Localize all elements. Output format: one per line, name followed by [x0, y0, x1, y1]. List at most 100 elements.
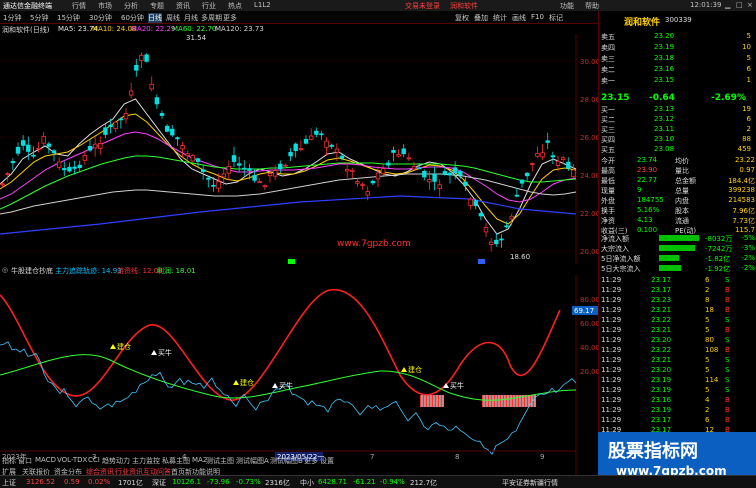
indicator-tab[interactable]: 趋势动力 [102, 456, 130, 466]
tick-side: S [725, 376, 730, 384]
tick-trade-row[interactable]: 11:29 23.17 2 B [599, 285, 756, 295]
candle-body [247, 168, 252, 171]
index-change: -61.21 [353, 478, 376, 486]
tick-trade-row[interactable]: 11:29 23.16 4 B [599, 395, 756, 405]
indicator-chart[interactable]: 建仓买牛建仓 买牛建仓买牛 80.0060.0040.0020.00 69.17 … [0, 275, 598, 475]
candle-body [499, 238, 504, 241]
menu-item[interactable]: 帮助 [585, 1, 599, 11]
quote-stat-row[interactable]: 净资 4.13 流通 7.73亿 [599, 215, 756, 225]
app-title: 通达信金融终端 [3, 2, 52, 10]
menu-item[interactable]: 行情 [72, 1, 86, 11]
period-daily[interactable]: 日线 [148, 13, 162, 23]
menu-item[interactable]: 市场 [98, 1, 112, 11]
period-5min[interactable]: 5分钟 [30, 13, 48, 23]
menu-item[interactable]: 热点 [228, 1, 242, 11]
bid-level-row[interactable]: 买二 23.12 6 [599, 114, 756, 124]
indicator-tab[interactable]: 测试幅图B [270, 456, 303, 466]
minimize-icon[interactable]: ▁ [725, 1, 730, 9]
ask-volume: 1 [746, 76, 751, 84]
candle-body [46, 143, 52, 147]
indicator-tab[interactable]: VOL-TDX [57, 456, 87, 464]
fuquan-button[interactable]: 复权 [455, 13, 469, 23]
period-1min[interactable]: 1分钟 [3, 13, 21, 23]
ask-level-row[interactable]: 卖四 23.19 10 [599, 42, 756, 52]
signal-bar [533, 395, 535, 407]
quote-stat-row[interactable]: 最低 22.77 总金额 184.4亿 [599, 175, 756, 185]
quote-stat-row[interactable]: 外盘 184755 内盘 214583 [599, 195, 756, 205]
signal-bar-highlight [492, 395, 494, 407]
indicator-tab[interactable]: MACD [35, 456, 56, 464]
tick-trade-row[interactable]: 11:29 23.21 5 S [599, 355, 756, 365]
trade-login-status[interactable]: 交易未登录 [405, 1, 440, 11]
ask-level-row[interactable]: 卖一 23.15 1 [599, 75, 756, 85]
tick-trade-row[interactable]: 11:29 23.17 6 S [599, 275, 756, 285]
indicator-tab[interactable]: 窗口 [18, 456, 32, 466]
ask-level-row[interactable]: 卖五 23.20 5 [599, 31, 756, 41]
candle-body [391, 149, 396, 153]
tick-volume: 2 [705, 286, 710, 294]
indicator-tab[interactable]: 私募主图 [162, 456, 190, 466]
period-15min[interactable]: 15分钟 [57, 13, 80, 23]
indicator-tab[interactable]: 指标 [2, 456, 16, 466]
tick-trade-row[interactable]: 11:29 23.21 5 B [599, 325, 756, 335]
indicator-tab[interactable]: 测试主图 [206, 456, 234, 466]
tick-trade-row[interactable]: 11:29 23.21 18 B [599, 305, 756, 315]
indicator-tab[interactable]: CCI [88, 456, 100, 464]
quote-stat-row[interactable]: 今开 23.74 均价 23.22 [599, 155, 756, 165]
menu-item[interactable]: 行业 [202, 1, 216, 11]
quote-stat-row[interactable]: 最高 23.90 量比 0.97 [599, 165, 756, 175]
period-multi[interactable]: 多周期 [201, 13, 222, 23]
menu-item[interactable]: 功能 [560, 1, 574, 11]
bid-level-row[interactable]: 买四 23.10 88 [599, 134, 756, 144]
tick-trade-row[interactable]: 11:29 23.19 5 S [599, 385, 756, 395]
menu-item[interactable]: 资讯 [176, 1, 190, 11]
candlestick-chart[interactable]: 31.54 18.60 www.7gpzb.com 30.00 28.00 26.0… [0, 34, 598, 264]
price-tick-label: 22.00 [580, 210, 598, 218]
indicator-tab[interactable]: MA2 [192, 456, 207, 464]
ask-level-row[interactable]: 卖二 23.16 6 [599, 64, 756, 74]
index-change: -73.96 [207, 478, 230, 486]
bid-level-row[interactable]: 买三 23.11 2 [599, 124, 756, 134]
tick-trade-row[interactable]: 11:29 23.22 108 B [599, 345, 756, 355]
flow-pct: -2% [741, 264, 755, 272]
period-60min[interactable]: 60分钟 [121, 13, 144, 23]
quote-stat-row[interactable]: 现量 9 总量 399238 [599, 185, 756, 195]
tick-trade-row[interactable]: 11:29 23.23 8 B [599, 295, 756, 305]
close-icon[interactable]: × [747, 1, 753, 9]
candle-body [550, 155, 556, 158]
settings-icon[interactable]: ◎ [2, 266, 8, 274]
candle-body [113, 121, 118, 129]
ask-level-row[interactable]: 卖三 23.18 5 [599, 53, 756, 63]
indicator-tab[interactable]: 测试幅图A [236, 456, 269, 466]
bid-level-row[interactable]: 买一 23.13 19 [599, 104, 756, 114]
mark-button[interactable]: 标记 [549, 13, 563, 23]
indicator-tab[interactable]: 设置 [320, 456, 334, 466]
maximize-icon[interactable]: □ [736, 1, 743, 9]
candle-body [535, 153, 540, 157]
tick-trade-row[interactable]: 11:29 23.20 5 S [599, 365, 756, 375]
tick-trade-row[interactable]: 11:29 23.20 80 S [599, 335, 756, 345]
indicator-tab[interactable]: 更多 [304, 456, 318, 466]
tick-trade-row[interactable]: 11:29 23.17 6 B [599, 415, 756, 425]
bid-label: 买五 [601, 146, 615, 154]
menu-item[interactable]: 分析 [124, 1, 138, 11]
quote-stat-row[interactable]: 换手 5.16% 股本 7.96亿 [599, 205, 756, 215]
draw-button[interactable]: 画线 [512, 13, 526, 23]
bid-level-row[interactable]: 买五 23.08 459 [599, 144, 756, 154]
indicator-tab[interactable]: 主力监控 [132, 456, 160, 466]
menu-item[interactable]: 专题 [150, 1, 164, 11]
period-30min[interactable]: 30分钟 [89, 13, 112, 23]
period-more[interactable]: 更多 [223, 13, 237, 23]
period-weekly[interactable]: 周线 [166, 13, 180, 23]
ask-price: 23.19 [654, 43, 675, 51]
overlay-button[interactable]: 叠加 [474, 13, 488, 23]
tick-trade-row[interactable]: 11:29 23.19 2 B [599, 405, 756, 415]
index-value: 3126.52 [26, 478, 55, 486]
tick-trade-row[interactable]: 11:29 23.19 114 S [599, 375, 756, 385]
f10-button[interactable]: F10 [531, 13, 544, 21]
tick-price: 23.16 [651, 396, 672, 404]
tick-trade-row[interactable]: 11:29 23.22 5 S [599, 315, 756, 325]
menu-item[interactable]: L1L2 [254, 1, 271, 9]
period-monthly[interactable]: 月线 [184, 13, 198, 23]
stats-button[interactable]: 统计 [493, 13, 507, 23]
